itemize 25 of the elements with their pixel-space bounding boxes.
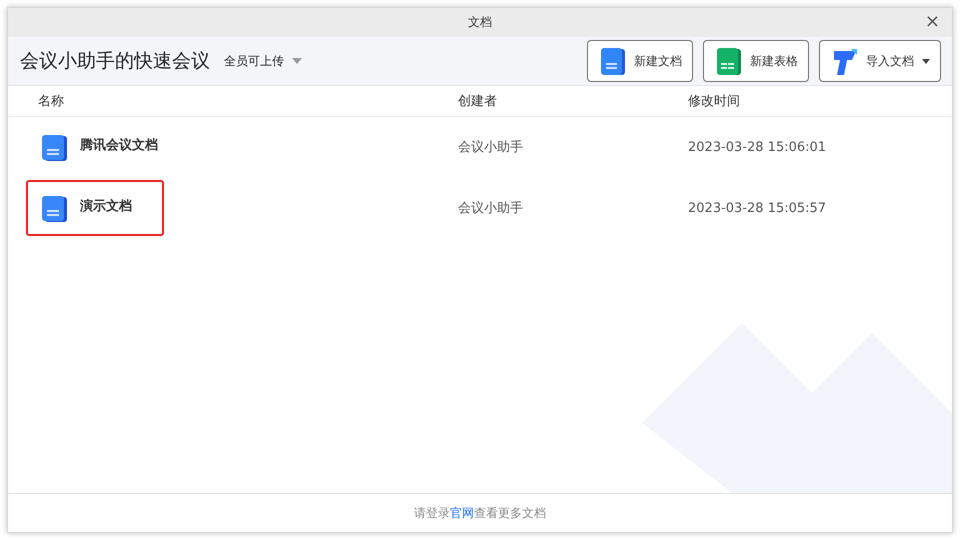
permission-dropdown[interactable]: 全员可上传 (224, 52, 302, 70)
document-icon (42, 135, 67, 161)
file-name[interactable]: 演示文档 (80, 197, 132, 215)
close-button[interactable]: × (920, 12, 944, 32)
footer-text: 请登录官网查看更多文档 (414, 504, 546, 522)
column-header: 名称 (37, 93, 64, 110)
spreadsheet-icon (716, 48, 742, 74)
caret-icon (922, 58, 930, 64)
file-name[interactable]: 腾讯会议文档 (80, 136, 158, 154)
document-icon (42, 196, 67, 222)
creator-cell-text: 会议小助手 (458, 200, 523, 217)
column-header: 修改时间 (688, 93, 740, 110)
toolbar-button[interactable]: 导入文档 (819, 40, 941, 82)
toolbar-button[interactable]: 新建表格 (703, 40, 809, 82)
website-link[interactable]: 官网 (450, 506, 474, 520)
meeting-title: 会议小助手的快速会议 (20, 49, 210, 74)
column-header: 创建者 (458, 93, 497, 110)
toolbar-button[interactable]: 新建文档 (587, 40, 693, 82)
modified-time-cell: 2023-03-28 15:05:57 (688, 200, 826, 216)
document-icon (600, 48, 626, 74)
window-title: 文档 (468, 14, 492, 31)
dropdown-arrow-icon (292, 58, 302, 64)
import-icon (832, 48, 858, 74)
modified-time-cell: 2023-03-28 15:06:01 (688, 140, 826, 154)
creator-cell-text: 会议小助手 (458, 139, 523, 156)
